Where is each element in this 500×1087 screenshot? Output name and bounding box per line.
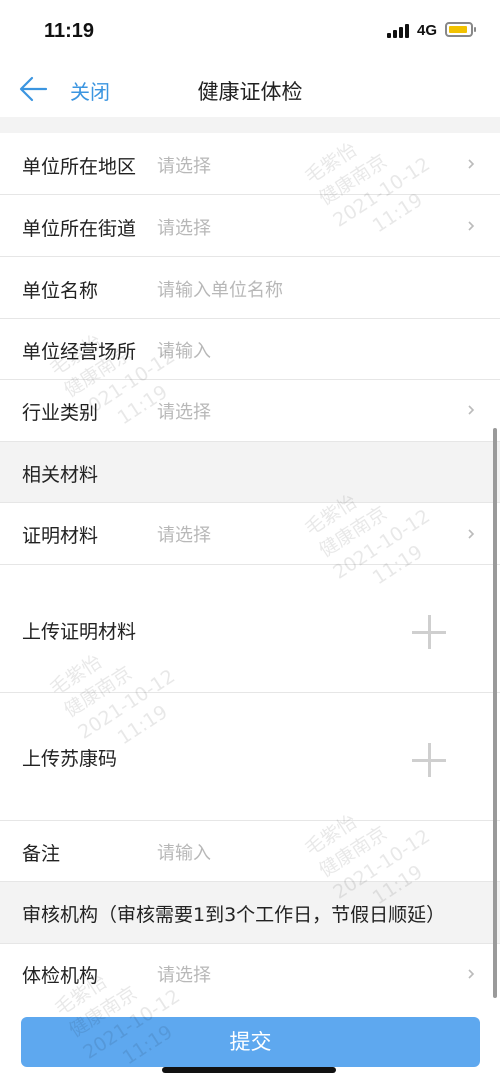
row-unit-street[interactable]: 单位所在街道 请选择 [0, 195, 500, 257]
unit-name-input[interactable]: 请输入单位名称 [157, 276, 283, 302]
submit-button[interactable]: 提交 [21, 1017, 480, 1067]
status-bar: 11:19 4G [0, 0, 500, 62]
row-label: 单位所在街道 [22, 218, 137, 240]
upload-proof-plus-icon[interactable] [412, 615, 446, 649]
row-institution[interactable]: 体检机构 请选择 [0, 944, 500, 1004]
upload-code-plus-icon[interactable] [412, 743, 446, 777]
home-indicator [162, 1067, 336, 1073]
chevron-right-icon [468, 969, 475, 979]
row-label: 证明材料 [22, 525, 99, 547]
remark-input[interactable]: 请输入 [157, 839, 211, 865]
row-upload-proof: 上传证明材料 [0, 565, 500, 693]
chevron-right-icon [468, 529, 475, 539]
row-upload-code: 上传苏康码 [0, 693, 500, 821]
row-label: 上传苏康码 [22, 748, 118, 770]
network-label: 4G [417, 22, 438, 39]
chevron-right-icon [468, 221, 475, 231]
row-industry[interactable]: 行业类别 请选择 [0, 380, 500, 442]
page-title: 健康证体检 [197, 80, 303, 104]
row-proof-material[interactable]: 证明材料 请选择 [0, 503, 500, 565]
signal-icon [387, 24, 411, 38]
row-label: 单位名称 [22, 280, 99, 302]
chevron-right-icon [468, 159, 475, 169]
scrollbar[interactable] [493, 428, 497, 998]
status-time: 11:19 [44, 20, 95, 42]
nav-bar: 关闭 健康证体检 [0, 62, 500, 117]
section-title: 相关材料 [22, 464, 99, 486]
chevron-right-icon [468, 405, 475, 415]
row-label: 单位经营场所 [22, 341, 137, 363]
row-label: 单位所在地区 [22, 156, 137, 178]
section-title: 审核机构（审核需要1到3个工作日，节假日顺延） [22, 904, 446, 926]
industry-select[interactable]: 请选择 [157, 398, 211, 424]
section-review: 审核机构（审核需要1到3个工作日，节假日顺延） [0, 882, 500, 944]
row-remark[interactable]: 备注 请输入 [0, 821, 500, 882]
street-select[interactable]: 请选择 [157, 214, 211, 240]
section-materials: 相关材料 [0, 442, 500, 503]
row-unit-name[interactable]: 单位名称 请输入单位名称 [0, 257, 500, 319]
row-label: 体检机构 [22, 965, 99, 987]
row-unit-region[interactable]: 单位所在地区 请选择 [0, 133, 500, 195]
institution-select[interactable]: 请选择 [157, 961, 211, 987]
proof-select[interactable]: 请选择 [157, 521, 211, 547]
row-label: 上传证明材料 [22, 621, 137, 643]
battery-icon [445, 22, 476, 37]
row-premises[interactable]: 单位经营场所 请输入 [0, 319, 500, 380]
region-select[interactable]: 请选择 [157, 152, 211, 178]
top-divider-band [0, 117, 500, 133]
row-label: 备注 [22, 843, 61, 865]
premises-input[interactable]: 请输入 [157, 337, 211, 363]
row-label: 行业类别 [22, 402, 99, 424]
